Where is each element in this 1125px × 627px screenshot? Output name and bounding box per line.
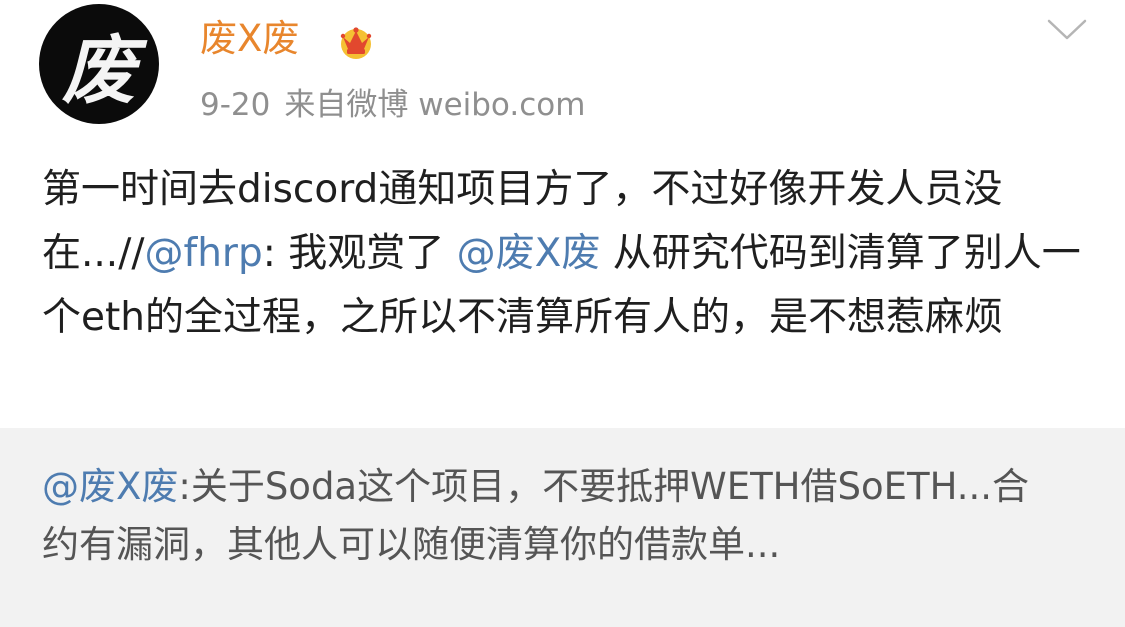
retweet-author-link[interactable]: @废X废	[42, 465, 178, 508]
post-text-part2: : 我观赏了	[262, 231, 457, 276]
crown-icon	[340, 27, 372, 59]
avatar[interactable]: 废	[39, 4, 159, 124]
post-meta: 9-20 来自微博 weibo.com	[200, 83, 585, 127]
chevron-down-icon[interactable]	[1046, 18, 1088, 42]
retweet-text[interactable]: @废X废:关于Soda这个项目，不要抵押WETH借SoETH...合约有漏洞，其…	[42, 458, 1042, 574]
post-date: 9-20	[200, 87, 271, 123]
post-source[interactable]: 来自微博 weibo.com	[284, 87, 585, 123]
mention-link-author[interactable]: @废X废	[457, 231, 601, 276]
retweet-body: :关于Soda这个项目，不要抵押WETH借SoETH...合约有漏洞，其他人可以…	[42, 465, 1030, 566]
author-name[interactable]: 废X废	[200, 14, 299, 64]
avatar-glyph: 废	[62, 27, 136, 114]
post-text: 第一时间去discord通知项目方了，不过好像开发人员没在...//@fhrp:…	[42, 158, 1104, 350]
mention-link-fhrp[interactable]: @fhrp	[144, 231, 262, 276]
